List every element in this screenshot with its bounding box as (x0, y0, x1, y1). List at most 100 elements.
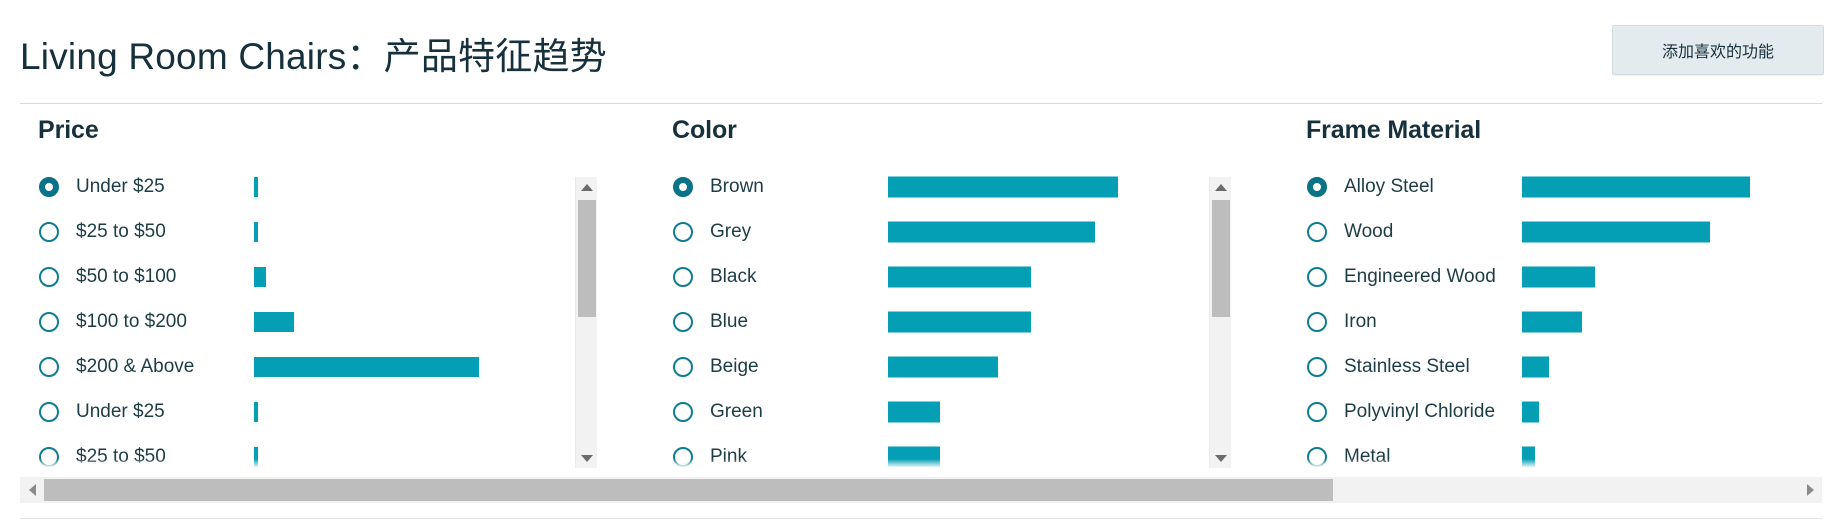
facet-row[interactable]: Metal (1288, 434, 1842, 467)
facet-row[interactable]: $25 to $50 (20, 434, 604, 467)
facet-row-label: Black (710, 265, 757, 287)
radio-button[interactable] (1307, 356, 1327, 377)
radio-button[interactable] (39, 446, 59, 467)
facet-row-label: Metal (1344, 445, 1391, 467)
facet-row[interactable]: Under $25 (20, 389, 604, 434)
radio-button[interactable] (673, 446, 693, 467)
facet-row-label: $25 to $50 (76, 220, 166, 242)
radio-button[interactable] (1307, 221, 1327, 242)
facet-row[interactable]: Brown (654, 164, 1238, 209)
facet-row[interactable]: $100 to $200 (20, 299, 604, 344)
bar-track (1522, 434, 1842, 467)
facet-row[interactable]: Alloy Steel (1288, 164, 1842, 209)
facet-row[interactable]: Beige (654, 344, 1238, 389)
scroll-down-button-color[interactable] (1210, 448, 1232, 468)
bar-track (1522, 299, 1842, 344)
facet-row-label: $200 & Above (76, 355, 195, 377)
radio-button[interactable] (1307, 446, 1327, 467)
bar-track (1522, 344, 1842, 389)
bar-track (254, 299, 604, 344)
scroll-left-button[interactable] (20, 477, 44, 503)
panel-title-color: Color (672, 116, 737, 144)
facet-row[interactable]: $200 & Above (20, 344, 604, 389)
facet-rows-price: Under $25 $25 to $50 $50 to $100 $100 to $2… (20, 164, 604, 467)
bar-track (254, 344, 604, 389)
horizontal-scrollbar-rail[interactable] (44, 479, 1798, 501)
facet-row-label: $25 to $50 (76, 445, 166, 467)
facet-row[interactable]: Polyvinyl Chloride (1288, 389, 1842, 434)
scroll-up-button-price[interactable] (576, 177, 598, 197)
value-bar (254, 311, 294, 332)
facet-row[interactable]: Blue (654, 299, 1238, 344)
facet-row[interactable]: $25 to $50 (20, 209, 604, 254)
bar-track (888, 434, 1238, 467)
facet-row[interactable]: Pink (654, 434, 1238, 467)
triangle-down-icon (1215, 454, 1227, 462)
facet-row[interactable]: Stainless Steel (1288, 344, 1842, 389)
scroll-down-button-price[interactable] (576, 448, 598, 468)
radio-button[interactable] (39, 221, 59, 242)
radio-button[interactable] (673, 311, 693, 332)
radio-button[interactable] (39, 356, 59, 377)
bar-track (1522, 389, 1842, 434)
radio-button[interactable] (673, 356, 693, 377)
value-bar (1522, 446, 1535, 467)
facet-row-label: $50 to $100 (76, 265, 177, 287)
value-bar (1522, 176, 1750, 197)
facet-row-label: Beige (710, 355, 759, 377)
horizontal-scrollbar-thumb[interactable] (44, 479, 1334, 501)
radio-button[interactable] (673, 176, 693, 197)
facet-row[interactable]: Black (654, 254, 1238, 299)
page-header: Living Room Chairs：产品特征趋势 添加喜欢的功能 (0, 0, 1842, 104)
radio-button[interactable] (673, 221, 693, 242)
value-bar (888, 221, 1095, 242)
facet-row-label: Engineered Wood (1344, 265, 1496, 287)
triangle-up-icon (1215, 183, 1227, 191)
facet-row-label: Blue (710, 310, 749, 332)
value-bar (254, 356, 479, 377)
bar-track (888, 164, 1238, 209)
scroll-up-button-color[interactable] (1210, 177, 1232, 197)
radio-button[interactable] (39, 266, 59, 287)
bar-track (254, 209, 604, 254)
vertical-scrollbar-color[interactable] (1209, 177, 1231, 468)
vertical-scrollbar-thumb-color[interactable] (1212, 200, 1230, 317)
value-bar (1522, 311, 1582, 332)
radio-button[interactable] (39, 176, 59, 197)
bar-track (1522, 164, 1842, 209)
radio-button[interactable] (1307, 401, 1327, 422)
facet-row[interactable]: $50 to $100 (20, 254, 604, 299)
facet-row[interactable]: Under $25 (20, 164, 604, 209)
radio-button[interactable] (673, 266, 693, 287)
facet-row[interactable]: Engineered Wood (1288, 254, 1842, 299)
vertical-scrollbar-price[interactable] (575, 177, 597, 468)
product-feature-trends-page: Living Room Chairs：产品特征趋势 添加喜欢的功能 Price … (0, 0, 1842, 525)
facet-row[interactable]: Iron (1288, 299, 1842, 344)
bottom-divider (20, 518, 1822, 519)
radio-button[interactable] (1307, 266, 1327, 287)
radio-button[interactable] (673, 401, 693, 422)
radio-button[interactable] (1307, 311, 1327, 332)
bar-track (254, 389, 604, 434)
facet-rows-color: Brown Grey Black Blue Beige Green Pink (654, 164, 1238, 467)
value-bar (888, 266, 1031, 287)
value-bar (888, 401, 940, 422)
facet-row[interactable]: Green (654, 389, 1238, 434)
page-title: Living Room Chairs：产品特征趋势 (20, 36, 607, 77)
value-bar (254, 266, 266, 287)
value-bar (888, 176, 1118, 197)
facet-row[interactable]: Wood (1288, 209, 1842, 254)
horizontal-scrollbar[interactable] (20, 477, 1822, 503)
add-favorite-feature-button[interactable]: 添加喜欢的功能 (1612, 25, 1824, 75)
facet-row[interactable]: Grey (654, 209, 1238, 254)
vertical-scrollbar-thumb-price[interactable] (578, 200, 596, 317)
value-bar (254, 176, 258, 197)
radio-button[interactable] (39, 401, 59, 422)
bar-track (1522, 254, 1842, 299)
value-bar (1522, 356, 1549, 377)
radio-button[interactable] (1307, 176, 1327, 197)
radio-button[interactable] (39, 311, 59, 332)
scroll-right-button[interactable] (1798, 477, 1822, 503)
facet-row-label: Under $25 (76, 175, 165, 197)
facet-row-label: Stainless Steel (1344, 355, 1470, 377)
